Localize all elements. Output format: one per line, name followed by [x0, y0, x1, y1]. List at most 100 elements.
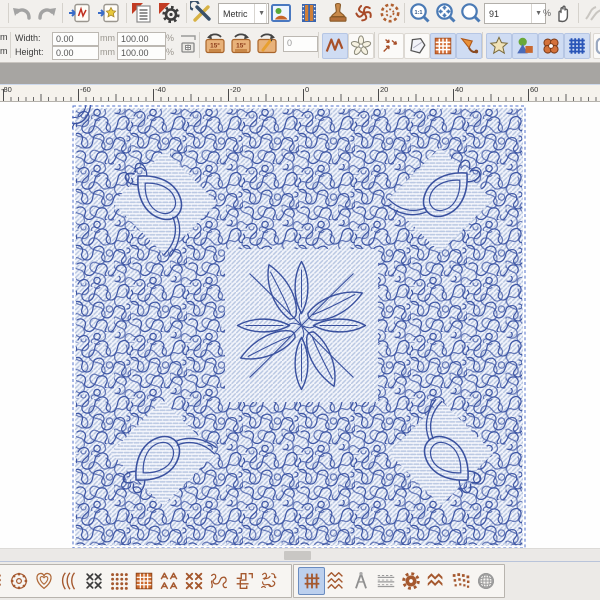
hand-icon — [551, 1, 575, 25]
fence-fill-icon — [301, 570, 323, 592]
height-input[interactable]: 0.00 — [52, 46, 99, 60]
width-value: 0.00 — [56, 34, 74, 44]
scrollbar-thumb[interactable] — [284, 551, 311, 560]
partial-pattern-icon — [0, 570, 4, 592]
pan-hand-button[interactable] — [551, 1, 575, 25]
rotate-left-15-button[interactable]: 15° — [203, 32, 227, 56]
tool-compass[interactable] — [348, 568, 373, 594]
motif-dense-meander[interactable] — [256, 568, 281, 594]
motif-arcs[interactable] — [56, 568, 81, 594]
width-scale-input[interactable]: 100.00 — [117, 32, 166, 46]
ruler-label: 20 — [380, 85, 388, 94]
dot-grid-icon — [108, 570, 130, 592]
workspace-gap — [0, 63, 600, 86]
width-input[interactable]: 0.00 — [52, 32, 99, 46]
fill-globe-mesh[interactable] — [473, 568, 498, 594]
height-scale-unit: % — [166, 47, 174, 57]
polygon-tool[interactable] — [404, 33, 430, 59]
zoom-fit-button[interactable] — [434, 1, 458, 25]
zigzag-stitch-tool[interactable] — [322, 33, 348, 59]
motif-panel-patterns — [0, 564, 292, 598]
app-window: Metric ▼ — [0, 0, 600, 600]
flower-motif-tool[interactable] — [348, 33, 374, 59]
shapes-group-icon — [514, 35, 536, 57]
zigzag-line-icon — [324, 35, 346, 57]
separator — [482, 32, 483, 58]
basic-shapes-tool[interactable] — [512, 33, 538, 59]
scatter-stitch-tool[interactable] — [378, 33, 404, 59]
toolbar-main: Metric ▼ — [0, 0, 600, 28]
tools-button[interactable] — [190, 1, 214, 25]
motif-cross-quad[interactable] — [81, 568, 106, 594]
height-scale-input[interactable]: 100.00 — [117, 46, 166, 60]
undo-button[interactable] — [10, 1, 34, 25]
fill-zigzag[interactable] — [323, 568, 348, 594]
applique-brush-tool[interactable] — [456, 33, 482, 59]
image-view-button[interactable] — [269, 1, 293, 25]
gear-motif-icon — [400, 570, 422, 592]
horizontal-ruler: -80 -60 -40 -20 0 20 40 60 — [0, 85, 600, 102]
motif-heart[interactable] — [31, 568, 56, 594]
hoop-icon — [595, 35, 600, 57]
motif-dot-grid[interactable] — [106, 568, 131, 594]
motif-triangle-pairs[interactable] — [156, 568, 181, 594]
fill-wave-checker[interactable] — [448, 568, 473, 594]
fill-gear-motif[interactable] — [398, 568, 423, 594]
metric-dropdown-value: Metric — [223, 9, 248, 19]
waffle-fill-tool[interactable] — [430, 33, 456, 59]
rotate-right-15-button[interactable]: 15° — [229, 32, 253, 56]
doily-motif-icon — [8, 570, 30, 592]
zoom-tool-button[interactable] — [459, 1, 483, 25]
percent-sign: % — [543, 8, 551, 18]
tool-stitch-lines[interactable] — [373, 568, 398, 594]
motif-meander[interactable] — [206, 568, 231, 594]
stamp-tool-button[interactable] — [326, 1, 350, 25]
waffle-grid-icon — [432, 35, 454, 57]
separator — [266, 3, 267, 23]
import-design-button[interactable] — [95, 1, 122, 25]
key-meander-icon — [233, 570, 255, 592]
portrait-image-icon — [269, 1, 293, 25]
fill-fence-selected[interactable] — [298, 567, 325, 595]
rotate-custom-button[interactable] — [255, 32, 279, 56]
quilt-block-design[interactable] — [72, 105, 526, 549]
polygon-outline-icon — [406, 35, 428, 57]
swirl-stitch-button[interactable] — [352, 1, 376, 25]
fill-chevron[interactable] — [423, 568, 448, 594]
design-canvas[interactable] — [0, 102, 600, 548]
import-stitches-button[interactable] — [66, 1, 93, 25]
separator — [374, 32, 375, 58]
zoom-percent-combo[interactable]: 91 ▼ — [484, 3, 546, 24]
motif-pattern-partial[interactable] — [0, 568, 5, 594]
star-shape-tool[interactable] — [486, 33, 512, 59]
separator — [199, 32, 200, 58]
filmstrip-button[interactable] — [297, 1, 321, 25]
wrench-tools-icon — [190, 1, 214, 25]
zoom-fit-icon — [434, 1, 458, 25]
rotate-right-15-icon: 15° — [229, 32, 253, 56]
grid-tool[interactable] — [564, 33, 590, 59]
zoom-1to1-button[interactable]: 1:1 — [408, 1, 432, 25]
center-in-hoop-button[interactable] — [176, 32, 200, 56]
dashed-circle-icon — [378, 1, 402, 25]
height-unit: mm — [100, 47, 115, 57]
horizontal-scrollbar[interactable] — [0, 548, 600, 562]
motif-filled-grid[interactable] — [131, 568, 156, 594]
separator — [318, 32, 319, 58]
angle-input[interactable]: 0 — [283, 36, 318, 52]
settings-button[interactable] — [157, 1, 181, 25]
circular-selection-button[interactable] — [378, 1, 402, 25]
motif-x-pairs[interactable] — [181, 568, 206, 594]
flower-cluster-tool[interactable] — [538, 33, 564, 59]
metric-unit-dropdown[interactable]: Metric ▼ — [218, 3, 269, 24]
rotate-left-15-icon: 15° — [203, 32, 227, 56]
redo-button[interactable] — [35, 1, 59, 25]
document-options-button[interactable] — [130, 1, 154, 25]
heart-motif-icon — [33, 570, 55, 592]
clipped-unit-fragment: m — [0, 46, 8, 56]
hoop-tool[interactable] — [593, 33, 600, 59]
motif-doily[interactable] — [6, 568, 31, 594]
motif-key-meander[interactable] — [231, 568, 256, 594]
flower-cluster-icon — [540, 35, 562, 57]
spray-tool-button-disabled[interactable] — [582, 1, 600, 25]
